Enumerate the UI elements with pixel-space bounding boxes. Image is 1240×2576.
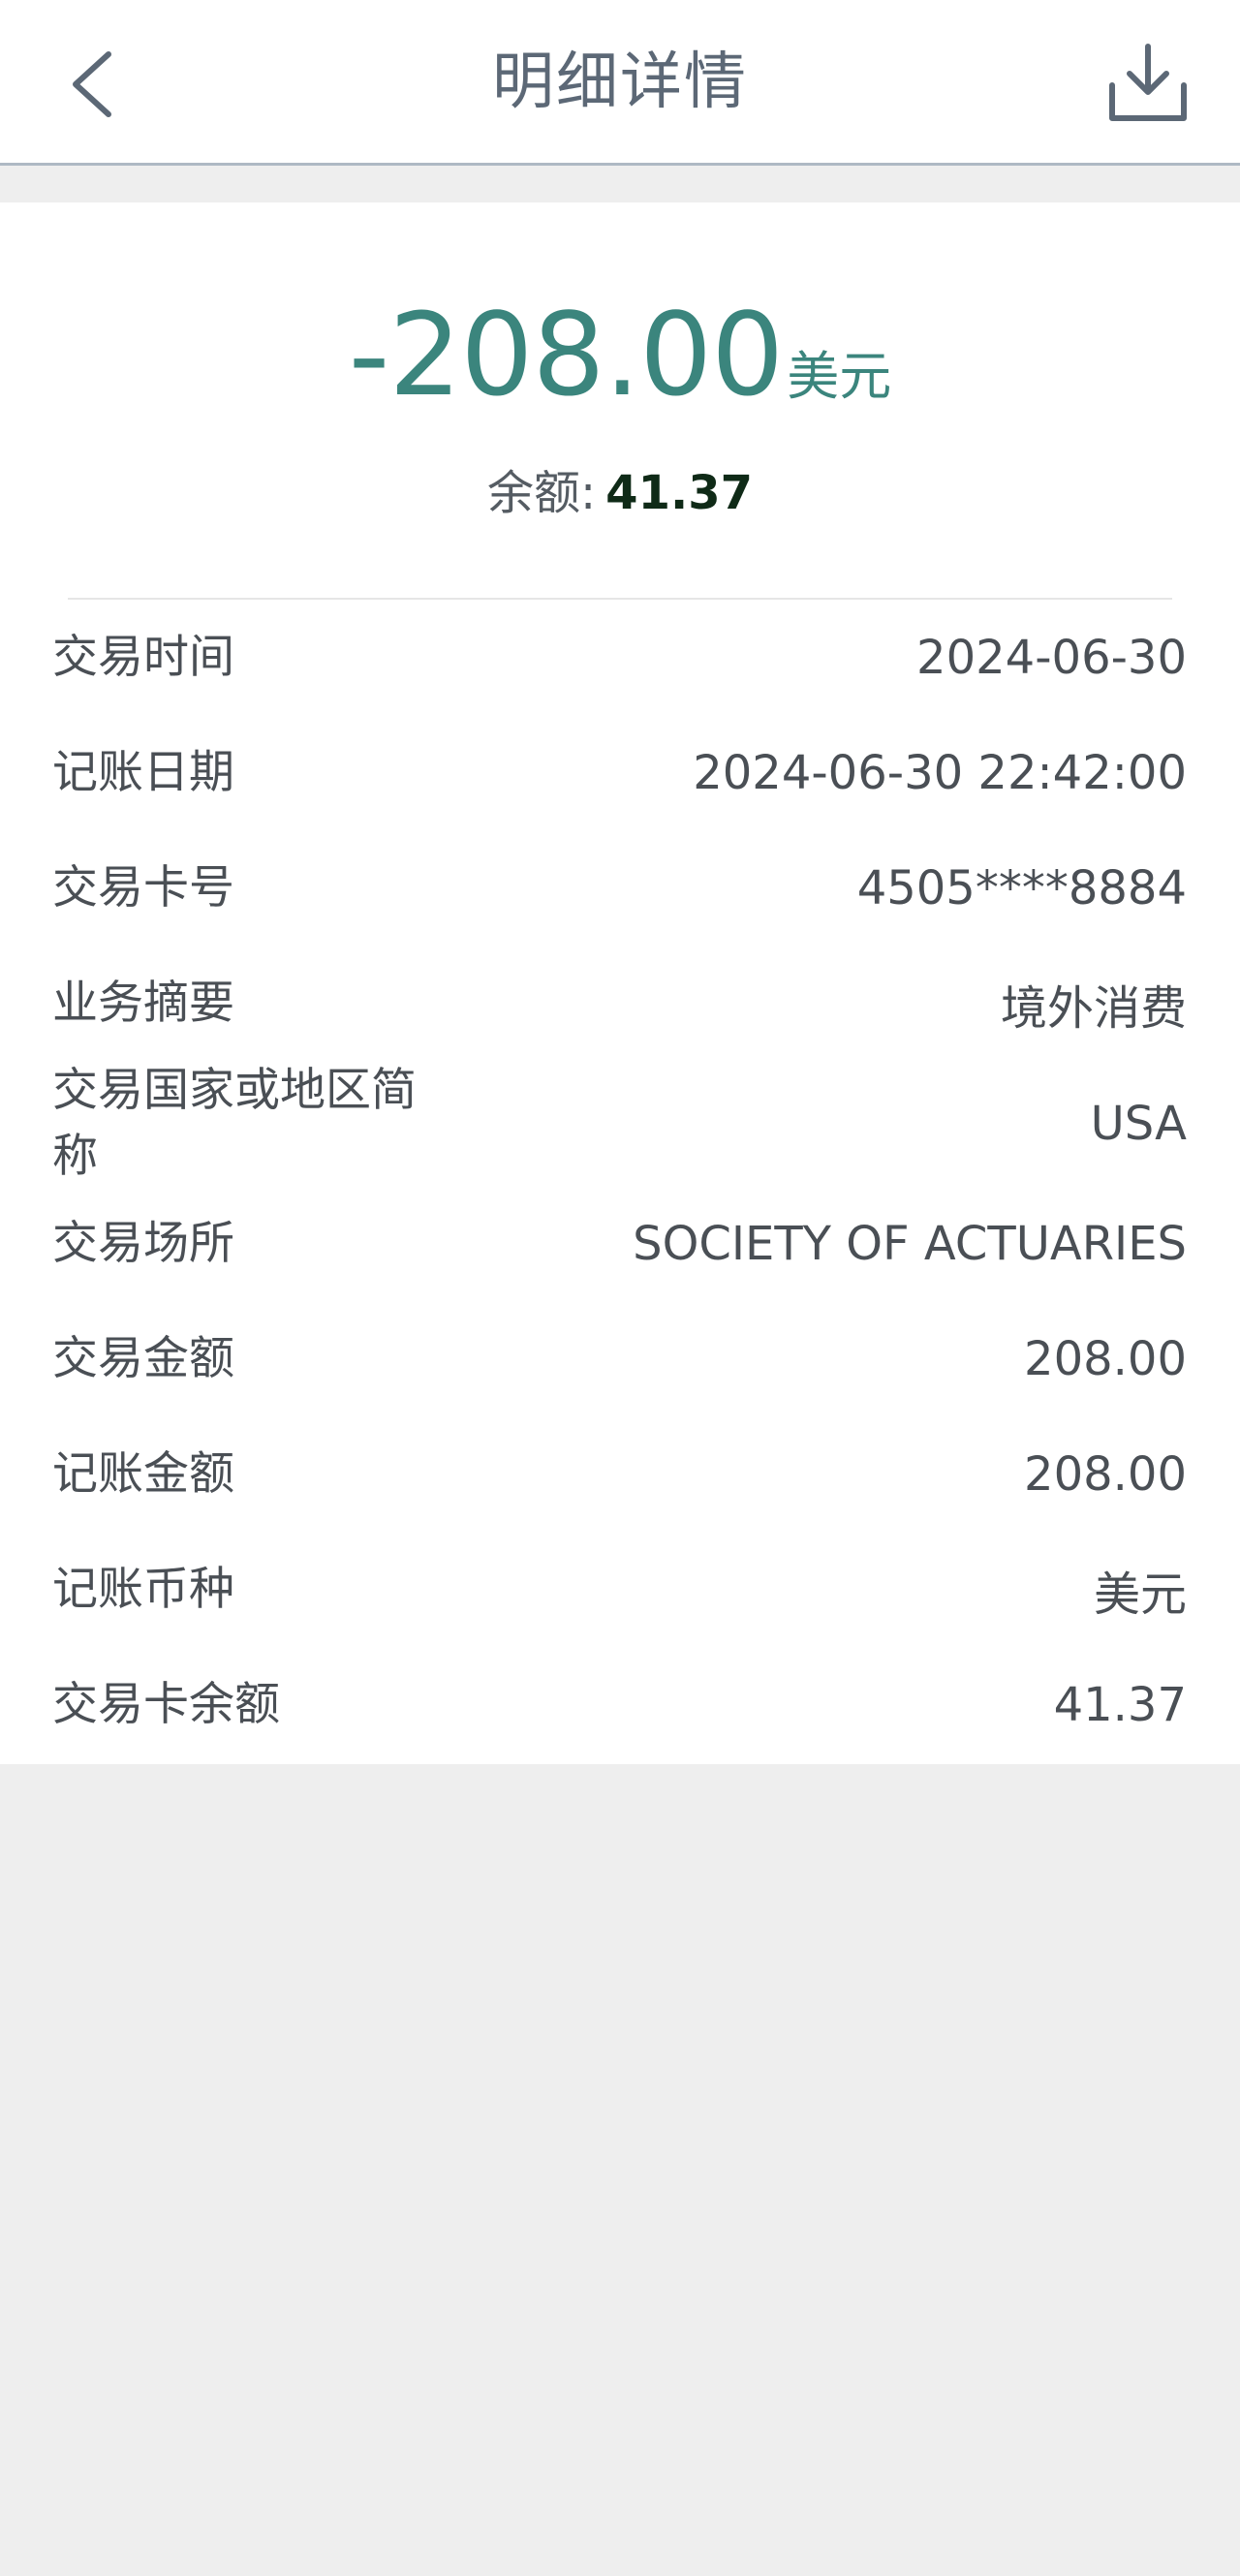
detail-label: 交易国家或地区简称 [52,1063,417,1183]
divider [68,598,1172,600]
detail-row-card-number: 交易卡号 4505****8884 [0,831,1240,946]
detail-value: 美元 [1093,1567,1187,1622]
detail-value: 2024-06-30 [916,631,1187,685]
detail-row-posted-currency: 记账币种 美元 [0,1533,1240,1647]
detail-value: 境外消费 [1000,981,1187,1036]
detail-row-transaction-amount: 交易金额 208.00 [0,1302,1240,1416]
transaction-amount: -208.00美元 [0,288,1240,421]
balance-value: 41.37 [605,466,753,520]
page-title: 明细详情 [492,47,748,118]
back-button[interactable] [54,41,132,128]
detail-label: 记账币种 [52,1562,234,1616]
detail-row-country-region: 交易国家或地区简称 USA [0,1063,1240,1183]
download-button[interactable] [1104,39,1192,126]
detail-row-posted-amount: 记账金额 208.00 [0,1417,1240,1532]
detail-value: 208.00 [1024,1447,1187,1502]
detail-value: 41.37 [1053,1678,1187,1732]
transaction-detail-card: -208.00美元 余额: 41.37 交易时间 2024-06-30 记账日期 … [0,202,1240,1764]
detail-row-merchant: 交易场所 SOCIETY OF ACTUARIES [0,1187,1240,1301]
download-icon [1109,44,1187,121]
detail-label: 交易时间 [52,630,234,684]
detail-label: 交易金额 [52,1331,234,1385]
balance-summary: 余额: 41.37 [0,454,1240,522]
detail-label: 业务摘要 [52,976,234,1030]
detail-value: 2024-06-30 22:42:00 [693,746,1187,800]
detail-value: SOCIETY OF ACTUARIES [633,1217,1187,1271]
detail-value: 208.00 [1024,1332,1187,1386]
chevron-left-icon [73,51,111,117]
detail-label: 交易卡号 [52,860,234,915]
amount-value: -208.00 [348,288,784,421]
amount-currency: 美元 [787,346,892,407]
detail-row-transaction-time: 交易时间 2024-06-30 [0,601,1240,715]
detail-label: 记账日期 [52,745,234,799]
balance-label: 余额: [486,466,597,520]
detail-row-card-balance: 交易卡余额 41.37 [0,1648,1240,1762]
detail-label: 记账金额 [52,1446,234,1501]
top-nav-bar: 明细详情 [0,0,1240,166]
detail-value: 4505****8884 [856,861,1187,916]
detail-value: USA [1090,1097,1187,1151]
detail-row-business-summary: 业务摘要 境外消费 [0,947,1240,1061]
detail-label: 交易卡余额 [52,1677,280,1731]
detail-row-posting-date: 记账日期 2024-06-30 22:42:00 [0,716,1240,830]
detail-label: 交易场所 [52,1216,234,1270]
